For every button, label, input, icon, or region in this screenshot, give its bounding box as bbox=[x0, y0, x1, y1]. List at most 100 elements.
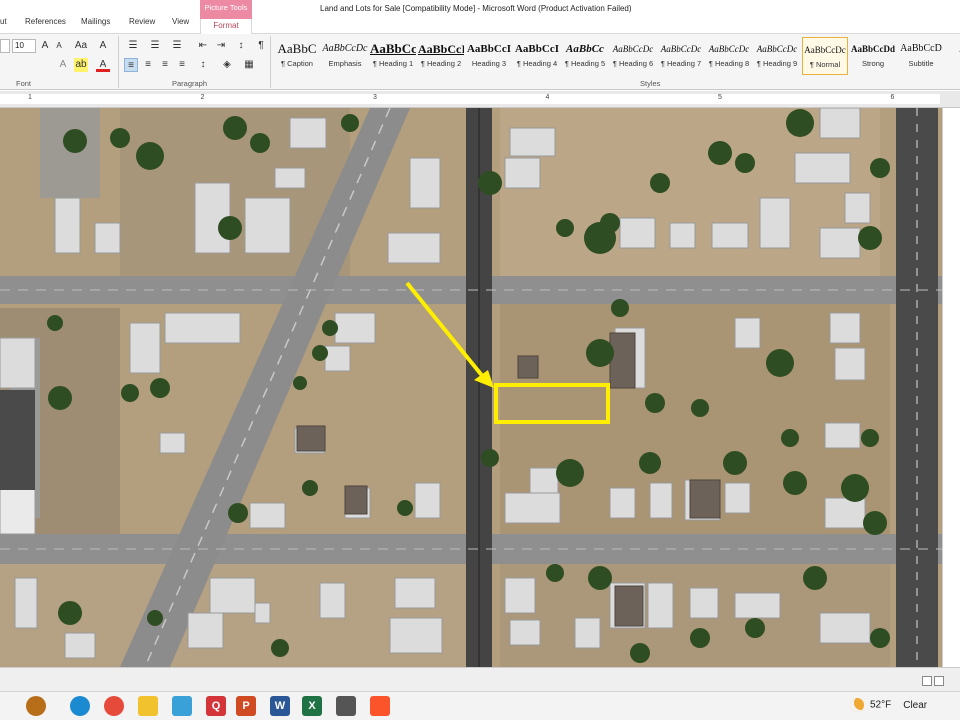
vertical-scrollbar[interactable] bbox=[942, 108, 960, 667]
clear-format-icon[interactable]: A bbox=[96, 39, 110, 53]
style-item[interactable]: AaBbCcDc ¶ Heading 9 bbox=[754, 37, 800, 75]
powerpoint-icon[interactable]: P bbox=[236, 696, 256, 716]
line-spacing-icon[interactable]: ↕ bbox=[196, 58, 210, 72]
style-sample: AaBbC bbox=[277, 41, 317, 56]
tab-layout[interactable]: ut bbox=[0, 17, 7, 26]
ruler-track bbox=[0, 94, 940, 104]
increase-indent-icon[interactable]: ⇥ bbox=[214, 39, 228, 53]
chrome-icon[interactable] bbox=[104, 696, 124, 716]
style-sample: AaBbCcDc bbox=[612, 44, 654, 54]
style-name: ¶ Heading 8 bbox=[708, 59, 750, 68]
ruler-number: 3 bbox=[373, 94, 377, 101]
sort-icon[interactable]: ↕ bbox=[234, 39, 248, 53]
show-marks-icon[interactable]: ¶ bbox=[254, 39, 268, 53]
style-item[interactable]: AaBbCcDc ¶ Normal bbox=[802, 37, 848, 75]
tab-mailings[interactable]: Mailings bbox=[81, 17, 110, 26]
view-mode-icons[interactable] bbox=[920, 673, 956, 686]
edge-icon[interactable] bbox=[70, 696, 90, 716]
word-icon[interactable]: W bbox=[270, 696, 290, 716]
style-item[interactable]: AaBbCc ¶ Heading 1 bbox=[370, 37, 416, 75]
style-item[interactable]: AaBbC ¶ Caption bbox=[274, 37, 320, 75]
ribbon-separator bbox=[118, 36, 119, 88]
style-name: ¶ Heading 4 bbox=[516, 59, 558, 68]
taskbar: QPWX 52°F Clear bbox=[0, 691, 960, 720]
font-size-box[interactable]: 10 bbox=[12, 39, 36, 53]
user-avatar-icon[interactable] bbox=[26, 696, 46, 716]
text-effects-icon[interactable]: A bbox=[56, 58, 70, 72]
font-group-label: Font bbox=[16, 79, 32, 88]
style-sample: AaBbCc bbox=[370, 41, 416, 56]
bullets-icon[interactable]: ☰ bbox=[126, 39, 140, 53]
justify-icon[interactable]: ≡ bbox=[175, 58, 189, 72]
style-name: ¶ Caption bbox=[281, 59, 313, 68]
font-color-icon[interactable]: A bbox=[96, 58, 110, 72]
app-icon[interactable] bbox=[336, 696, 356, 716]
style-name: Subtitle bbox=[908, 59, 934, 68]
grow-font-icon[interactable]: A bbox=[38, 39, 52, 53]
style-name: ¶ Heading 9 bbox=[756, 59, 798, 68]
brave-icon[interactable] bbox=[370, 696, 390, 716]
numbering-icon[interactable]: ☰ bbox=[148, 39, 162, 53]
style-item[interactable]: AaBbCcDd Strong bbox=[850, 37, 896, 75]
change-case-icon[interactable]: Aa bbox=[74, 39, 88, 53]
full-screen-icon[interactable] bbox=[934, 676, 944, 686]
style-item[interactable]: AaBbCcI ¶ Heading 2 bbox=[418, 37, 464, 75]
font-name-box[interactable] bbox=[0, 39, 10, 53]
excel-icon[interactable]: X bbox=[302, 696, 322, 716]
ruler-number: 2 bbox=[200, 94, 205, 101]
photos-icon[interactable] bbox=[172, 696, 192, 716]
quickbooks-icon[interactable]: Q bbox=[206, 696, 226, 716]
style-sample: AaBbCcDc bbox=[660, 44, 702, 54]
style-item[interactable]: AaBbCcD Subtitle bbox=[898, 37, 944, 75]
style-item[interactable]: AaB bbox=[946, 37, 960, 75]
ribbon: 10 A A Aa A A ab A ☰ ☰ ☰ ⇤ ⇥ ↕ ¶ ≡ ≡ ≡ ≡… bbox=[0, 34, 960, 90]
style-sample: AaBbCcD bbox=[900, 43, 942, 54]
shading-icon[interactable]: ◈ bbox=[220, 58, 234, 72]
align-center-icon[interactable]: ≡ bbox=[141, 58, 155, 72]
shrink-font-icon[interactable]: A bbox=[52, 39, 66, 53]
print-layout-icon[interactable] bbox=[922, 676, 932, 686]
word-window: ut References Mailings Review View Pictu… bbox=[0, 0, 960, 720]
weather-widget[interactable]: 52°F Clear bbox=[850, 698, 927, 712]
status-bar bbox=[0, 667, 960, 691]
file-explorer-icon[interactable] bbox=[138, 696, 158, 716]
borders-icon[interactable]: ▦ bbox=[242, 58, 256, 72]
style-item[interactable]: AaBbCc ¶ Heading 5 bbox=[562, 37, 608, 75]
tab-review[interactable]: Review bbox=[129, 17, 155, 26]
paragraph-group-label: Paragraph bbox=[172, 79, 208, 88]
style-name: Heading 3 bbox=[471, 59, 507, 68]
style-sample: AaBbCcDc bbox=[756, 44, 798, 54]
moon-icon bbox=[850, 698, 864, 712]
style-name: Emphasis bbox=[328, 59, 362, 68]
document-title: Land and Lots for Sale [Compatibility Mo… bbox=[320, 4, 632, 13]
tab-format[interactable]: Format bbox=[200, 19, 252, 34]
style-item[interactable]: AaBbCcDc ¶ Heading 7 bbox=[658, 37, 704, 75]
ruler-number: 1 bbox=[28, 94, 32, 101]
style-name: ¶ Heading 6 bbox=[612, 59, 654, 68]
style-item[interactable]: AaBbCcI Heading 3 bbox=[466, 37, 512, 75]
style-item[interactable]: AaBbCcDc Emphasis bbox=[322, 37, 368, 75]
style-item[interactable]: AaBbCcI ¶ Heading 4 bbox=[514, 37, 560, 75]
decrease-indent-icon[interactable]: ⇤ bbox=[196, 39, 210, 53]
aerial-map-image[interactable] bbox=[0, 108, 942, 667]
style-name: ¶ Heading 2 bbox=[420, 59, 462, 68]
style-item[interactable]: AaBbCcDc ¶ Heading 8 bbox=[706, 37, 752, 75]
tab-view[interactable]: View bbox=[172, 17, 189, 26]
align-left-icon[interactable]: ≡ bbox=[124, 58, 138, 72]
highlight-color-icon[interactable]: ab bbox=[74, 58, 88, 72]
ruler-number: 6 bbox=[890, 94, 895, 101]
style-name: Strong bbox=[861, 59, 885, 68]
multilevel-list-icon[interactable]: ☰ bbox=[170, 39, 184, 53]
ruler-number: 4 bbox=[545, 94, 550, 101]
style-item[interactable]: AaBbCcDc ¶ Heading 6 bbox=[610, 37, 656, 75]
style-sample: AaBbCcI bbox=[418, 42, 464, 56]
align-right-icon[interactable]: ≡ bbox=[158, 58, 172, 72]
style-name: ¶ Heading 5 bbox=[564, 59, 606, 68]
style-name: ¶ Normal bbox=[809, 60, 841, 69]
horizontal-ruler[interactable]: 1 2 3 4 5 6 bbox=[0, 91, 960, 108]
style-sample: AaBbCcDc bbox=[708, 44, 750, 54]
picture-tools-label: Picture Tools bbox=[204, 3, 248, 12]
title-bar: ut References Mailings Review View Pictu… bbox=[0, 0, 960, 34]
style-sample: AaBbCcDc bbox=[322, 43, 368, 54]
tab-references[interactable]: References bbox=[25, 17, 66, 26]
